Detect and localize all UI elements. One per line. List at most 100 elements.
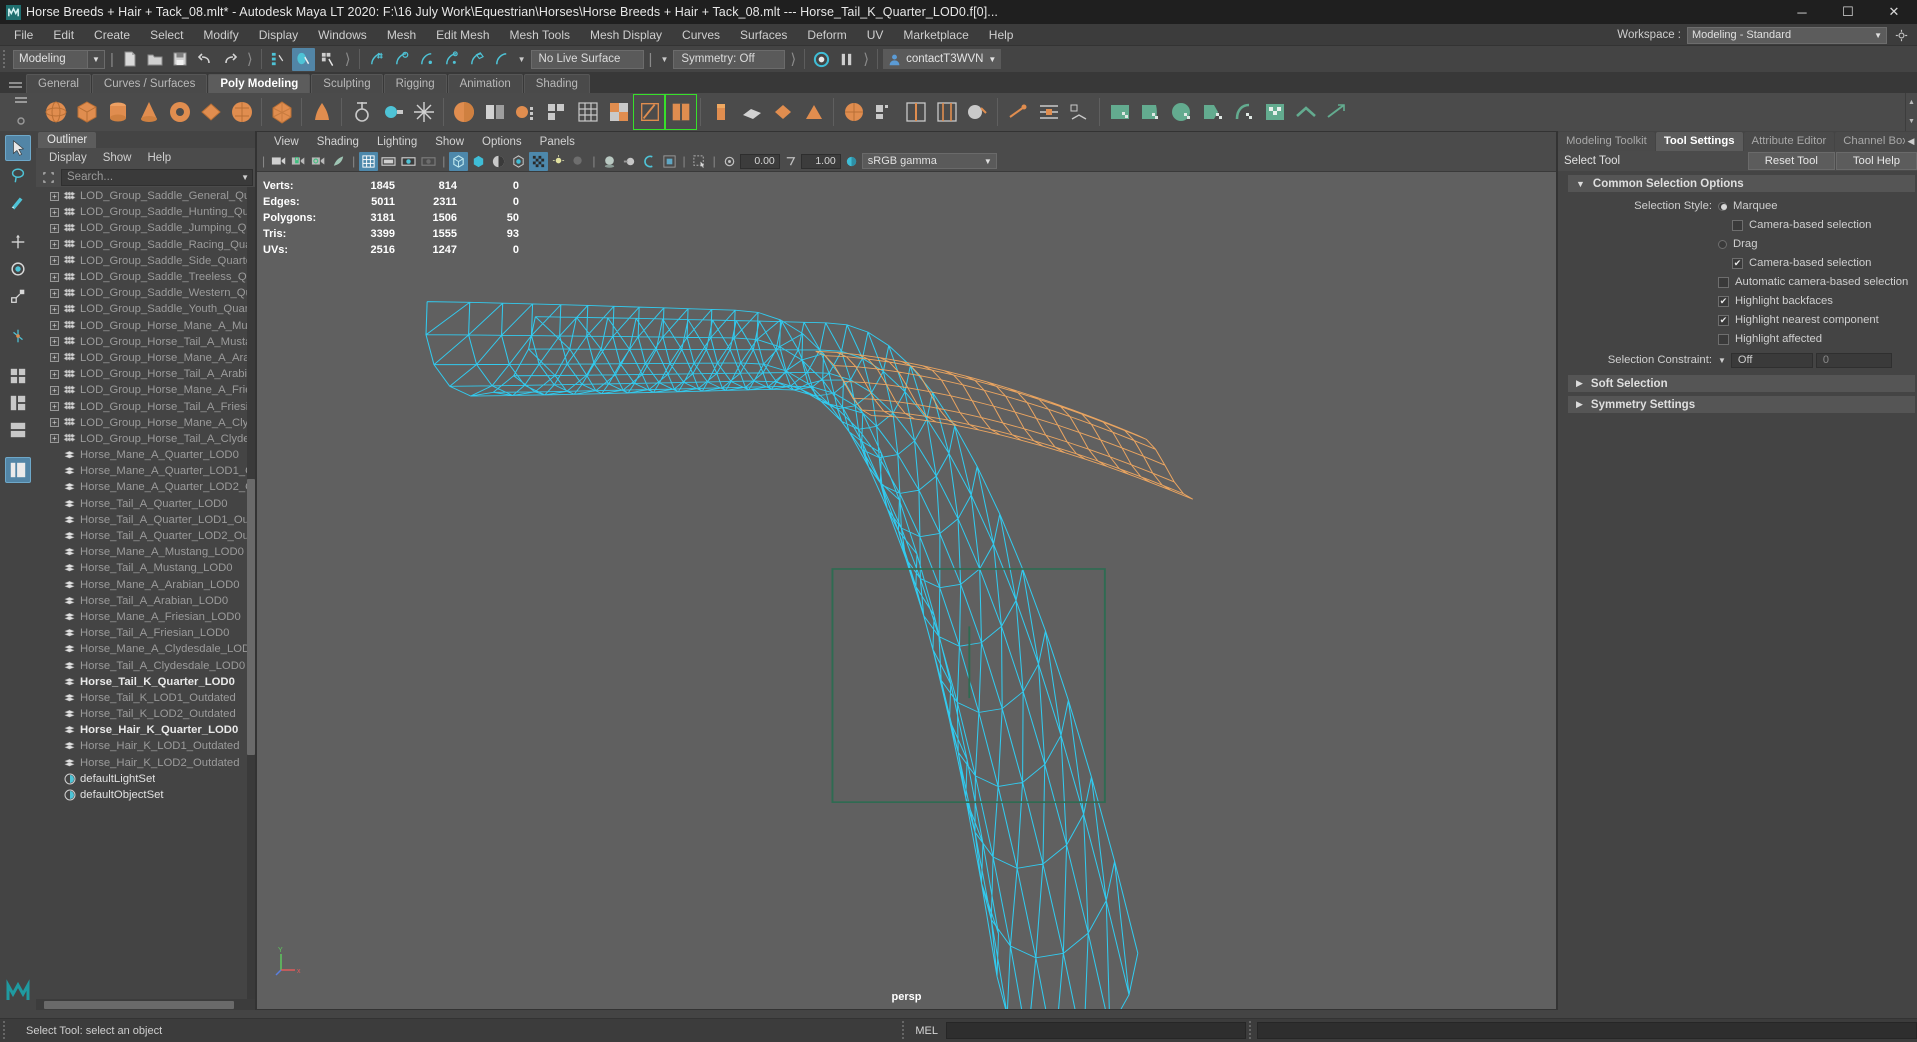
checkbox-highlight-affected[interactable] bbox=[1718, 333, 1729, 345]
layout-outliner-persp-button[interactable] bbox=[5, 457, 31, 483]
shelf-tab-rigging[interactable]: Rigging bbox=[383, 74, 447, 93]
checkbox-automatic-camera-based[interactable] bbox=[1718, 276, 1729, 288]
select-by-component-type-icon[interactable] bbox=[317, 48, 340, 71]
offset-edge-loop-icon[interactable] bbox=[931, 95, 962, 129]
tab-modeling-toolkit[interactable]: Modeling Toolkit bbox=[1558, 132, 1655, 151]
select-by-hierarchy-icon[interactable] bbox=[267, 48, 290, 71]
outliner-item[interactable]: + LOD_Group_Saddle_General_Quarter bbox=[36, 188, 255, 204]
outliner-item[interactable]: + LOD_Group_Horse_Mane_A_Friesian bbox=[36, 382, 255, 398]
menu-display[interactable]: Display bbox=[249, 24, 308, 46]
new-scene-icon[interactable] bbox=[119, 48, 142, 71]
wedge-icon[interactable] bbox=[798, 95, 829, 129]
viewport-menu-options[interactable]: Options bbox=[473, 136, 531, 148]
lasso-tool-button[interactable] bbox=[5, 162, 31, 188]
uv-cylindrical-icon[interactable] bbox=[1135, 95, 1166, 129]
paint-weights-icon[interactable] bbox=[1064, 95, 1095, 129]
expand-plus-icon[interactable]: + bbox=[50, 402, 59, 412]
shelf-tab-sculpting[interactable]: Sculpting bbox=[311, 74, 383, 93]
viewport-3d-canvas[interactable]: Verts: 1845 814 0 Edges: 5011 2311 0 Pol… bbox=[257, 172, 1556, 1009]
grid-display-icon[interactable] bbox=[359, 151, 379, 171]
screen-space-ao-icon[interactable] bbox=[600, 152, 619, 171]
exposure-value-field[interactable]: 0.00 bbox=[739, 153, 780, 169]
tab-outliner[interactable]: Outliner bbox=[38, 132, 97, 148]
command-input-field[interactable] bbox=[946, 1022, 1246, 1039]
bookmarks-icon[interactable] bbox=[329, 152, 348, 171]
quadrangulate-icon[interactable] bbox=[541, 95, 572, 129]
outliner-item[interactable]: +Horse_Tail_K_LOD2_Outdated bbox=[36, 706, 255, 722]
menu-help[interactable]: Help bbox=[979, 24, 1024, 46]
outliner-item[interactable]: + LOD_Group_Saddle_Side_Quarter bbox=[36, 253, 255, 269]
outliner-tree-list[interactable]: + LOD_Group_Saddle_General_Quarter + LOD_Gr… bbox=[36, 187, 255, 999]
tab-scroll-left-icon[interactable]: ◀ bbox=[1905, 132, 1917, 151]
expand-plus-icon[interactable]: + bbox=[50, 418, 59, 428]
tab-channel-box-layer-editor[interactable]: Channel Box / Layer Editor bbox=[1835, 132, 1916, 151]
gate-mask-icon[interactable] bbox=[419, 152, 438, 171]
expand-plus-icon[interactable]: + bbox=[50, 369, 59, 379]
outliner-item[interactable]: +Horse_Tail_A_Quarter_LOD2_Outdated bbox=[36, 528, 255, 544]
bevel-plus-icon[interactable] bbox=[838, 95, 869, 129]
bridge-icon[interactable] bbox=[736, 95, 767, 129]
radio-marquee[interactable] bbox=[1718, 201, 1727, 211]
outliner-item[interactable]: + LOD_Group_Horse_Tail_A_Friesian bbox=[36, 398, 255, 414]
viewport-menu-lighting[interactable]: Lighting bbox=[368, 136, 426, 148]
poly-cylinder-icon[interactable] bbox=[102, 95, 133, 129]
layout-four-view-button[interactable] bbox=[5, 363, 31, 389]
menu-surfaces[interactable]: Surfaces bbox=[730, 24, 797, 46]
uv-layout-icon[interactable] bbox=[1321, 95, 1352, 129]
snap-to-grid-icon[interactable] bbox=[365, 48, 388, 71]
triangulate-icon[interactable] bbox=[572, 95, 603, 129]
color-management-icon[interactable] bbox=[842, 152, 861, 171]
scrollbar-thumb[interactable] bbox=[44, 1000, 234, 1009]
menu-windows[interactable]: Windows bbox=[308, 24, 377, 46]
poly-cube-icon[interactable] bbox=[71, 95, 102, 129]
expand-plus-icon[interactable]: + bbox=[50, 353, 59, 363]
uv-editor-icon[interactable] bbox=[1259, 95, 1290, 129]
outliner-menu-display[interactable]: Display bbox=[42, 152, 94, 164]
selection-constraint-number[interactable]: 0 bbox=[1815, 352, 1892, 368]
smooth-icon[interactable] bbox=[408, 95, 439, 129]
uv-planar-icon[interactable] bbox=[1104, 95, 1135, 129]
menu-deform[interactable]: Deform bbox=[797, 24, 856, 46]
section-common-selection-options[interactable]: ▼ Common Selection Options bbox=[1568, 175, 1915, 192]
radio-drag[interactable] bbox=[1718, 239, 1727, 249]
append-polygon-icon[interactable] bbox=[767, 95, 798, 129]
menu-edit[interactable]: Edit bbox=[43, 24, 84, 46]
chevron-down-icon[interactable]: ▼ bbox=[1718, 356, 1731, 365]
pause-icon[interactable] bbox=[835, 48, 858, 71]
outliner-item[interactable]: +Horse_Mane_A_Quarter_LOD0 bbox=[36, 447, 255, 463]
poly-prism-icon[interactable] bbox=[226, 95, 257, 129]
gear-icon[interactable] bbox=[1893, 27, 1909, 43]
extrude-icon[interactable] bbox=[705, 95, 736, 129]
uv-camera-based-icon[interactable] bbox=[1228, 95, 1259, 129]
shelf-options-column[interactable] bbox=[2, 93, 40, 131]
gamma-reset-icon[interactable] bbox=[781, 152, 800, 171]
search-input[interactable] bbox=[67, 171, 252, 183]
poly-cone-icon[interactable] bbox=[133, 95, 164, 129]
statusline-grip[interactable] bbox=[0, 47, 9, 71]
poly-sphere-icon[interactable] bbox=[40, 95, 71, 129]
expand-plus-icon[interactable]: + bbox=[50, 321, 59, 331]
poly-reduce-icon[interactable] bbox=[510, 95, 541, 129]
poly-platonic-icon[interactable] bbox=[266, 95, 297, 129]
tab-tool-settings[interactable]: Tool Settings bbox=[1655, 132, 1743, 151]
scrollbar-thumb[interactable] bbox=[247, 479, 255, 756]
shelf-menu-handle[interactable] bbox=[4, 72, 26, 93]
live-surface-field[interactable]: No Live Surface bbox=[530, 49, 644, 69]
combine-icon[interactable] bbox=[346, 95, 377, 129]
menu-create[interactable]: Create bbox=[84, 24, 140, 46]
outliner-item[interactable]: +Horse_Tail_A_Mustang_LOD0 bbox=[36, 560, 255, 576]
shelf-scroll-arrows[interactable]: ▲ ▼ bbox=[1905, 93, 1917, 131]
outliner-item[interactable]: +Horse_Tail_A_Quarter_LOD0 bbox=[36, 496, 255, 512]
outliner-item[interactable]: +defaultObjectSet bbox=[36, 787, 255, 803]
rotate-tool-button[interactable] bbox=[5, 256, 31, 282]
soft-modification-icon[interactable] bbox=[306, 95, 337, 129]
user-account-chip[interactable]: contactT3WVN ▼ bbox=[883, 49, 1002, 69]
viewport-menu-view[interactable]: View bbox=[265, 136, 308, 148]
outliner-item[interactable]: +Horse_Mane_A_Quarter_LOD2_Outdated bbox=[36, 479, 255, 495]
outliner-item[interactable]: + LOD_Group_Saddle_Jumping_Quarter bbox=[36, 220, 255, 236]
viewport-menu-panels[interactable]: Panels bbox=[531, 136, 584, 148]
outliner-menu-show[interactable]: Show bbox=[96, 152, 139, 164]
viewport-menu-show[interactable]: Show bbox=[426, 136, 473, 148]
checkbox-highlight-nearest-component[interactable] bbox=[1718, 314, 1729, 326]
snap-to-projected-center-icon[interactable] bbox=[440, 48, 463, 71]
